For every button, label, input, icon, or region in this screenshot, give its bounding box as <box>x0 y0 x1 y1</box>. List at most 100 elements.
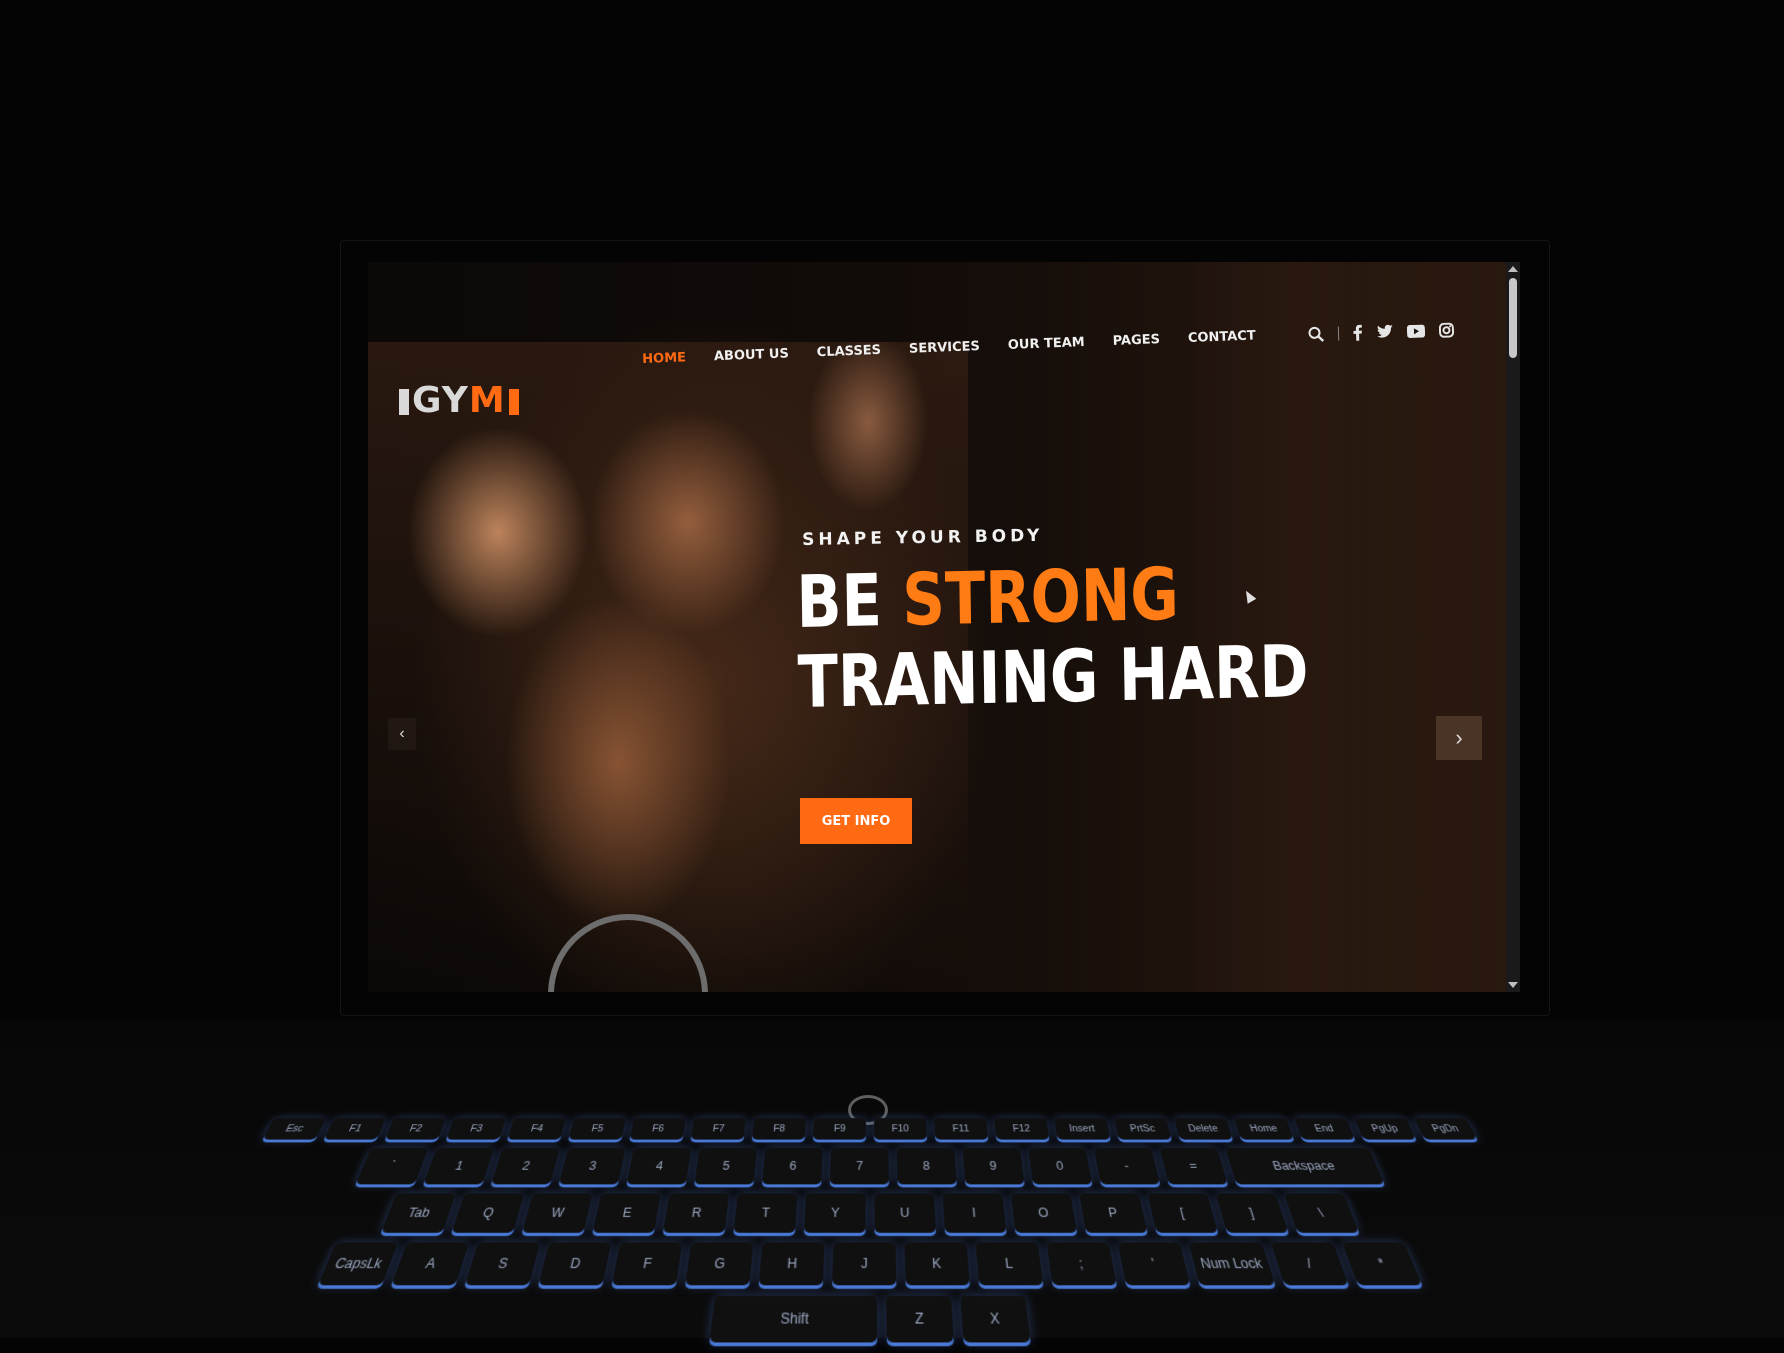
key[interactable]: * <box>1341 1242 1423 1286</box>
key[interactable]: F9 <box>812 1118 866 1140</box>
dumbbell-left-icon <box>399 389 409 415</box>
key[interactable]: F8 <box>751 1118 806 1140</box>
key[interactable]: 1 <box>423 1147 495 1185</box>
key[interactable]: PgUp <box>1354 1118 1417 1140</box>
key[interactable]: F4 <box>507 1118 566 1140</box>
key[interactable]: ; <box>1046 1242 1117 1286</box>
key[interactable]: 6 <box>762 1147 823 1185</box>
browser-viewport: GYM HOME ABOUT US CLASSES SERVICES OUR T… <box>368 262 1520 992</box>
key[interactable]: ] <box>1215 1193 1289 1233</box>
key[interactable]: Tab <box>380 1193 457 1233</box>
nav-item-services[interactable]: SERVICES <box>909 339 980 357</box>
key[interactable]: F6 <box>629 1118 686 1140</box>
instagram-icon[interactable] <box>1438 322 1455 338</box>
keyboard-row-number: ` 1 2 3 4 5 6 7 8 9 0 - = Backspace <box>108 1147 1633 1185</box>
scroll-down-arrow-icon[interactable] <box>1508 982 1518 988</box>
nav-item-pages[interactable]: PAGES <box>1112 332 1160 349</box>
key[interactable]: F12 <box>994 1118 1050 1140</box>
shift-key[interactable]: Shift <box>709 1295 878 1343</box>
key[interactable]: A <box>391 1242 470 1286</box>
key[interactable]: 3 <box>558 1147 626 1185</box>
backspace-key[interactable]: Backspace <box>1225 1147 1385 1185</box>
twitter-icon[interactable] <box>1377 324 1393 340</box>
key[interactable]: Q <box>451 1193 525 1233</box>
scroll-thumb[interactable] <box>1509 278 1517 358</box>
key[interactable]: PrtSc <box>1114 1118 1172 1140</box>
key[interactable]: 4 <box>626 1147 692 1185</box>
key[interactable]: ' <box>1117 1242 1191 1286</box>
key[interactable]: F5 <box>568 1118 626 1140</box>
key[interactable]: \ <box>1283 1193 1360 1233</box>
keyboard-row-function: Esc F1 F2 F3 F4 F5 F6 F7 F8 F9 F10 F11 F… <box>136 1118 1604 1140</box>
logo-text: GY <box>412 380 469 421</box>
key[interactable]: Esc <box>262 1118 326 1140</box>
key[interactable]: F7 <box>690 1118 746 1140</box>
key[interactable]: = <box>1159 1147 1228 1185</box>
key[interactable]: W <box>521 1193 593 1233</box>
headline-accent: STRONG <box>901 551 1180 642</box>
nav-item-contact[interactable]: CONTACT <box>1188 328 1256 346</box>
key[interactable]: Z <box>886 1295 954 1343</box>
key[interactable]: T <box>733 1193 798 1233</box>
key[interactable]: - <box>1093 1147 1161 1185</box>
facebook-icon[interactable] <box>1353 324 1364 341</box>
nav-item-about-us[interactable]: ABOUT US <box>714 346 789 364</box>
key[interactable]: I <box>942 1193 1007 1233</box>
key[interactable]: [ <box>1147 1193 1219 1233</box>
key[interactable]: Home <box>1234 1118 1294 1140</box>
slider-next-button[interactable]: › <box>1436 716 1482 760</box>
key[interactable]: 9 <box>962 1147 1025 1185</box>
key[interactable]: / <box>1270 1242 1349 1286</box>
key[interactable]: G <box>685 1242 754 1286</box>
key[interactable]: Num Lock <box>1188 1242 1276 1286</box>
key[interactable]: J <box>832 1242 897 1286</box>
key[interactable]: F1 <box>323 1118 386 1140</box>
key[interactable]: F2 <box>384 1118 446 1140</box>
nav-item-classes[interactable]: CLASSES <box>817 343 882 360</box>
key[interactable]: H <box>758 1242 825 1286</box>
key[interactable]: R <box>662 1193 730 1233</box>
key[interactable]: F <box>611 1242 683 1286</box>
key[interactable]: 7 <box>829 1147 890 1185</box>
key[interactable]: O <box>1010 1193 1078 1233</box>
hero-headline: BE STRONG TRANING HARD <box>795 551 1310 724</box>
headline-plain: BE <box>795 558 883 644</box>
slider-prev-button[interactable]: ‹ <box>388 718 416 750</box>
key[interactable]: E <box>592 1193 661 1233</box>
key[interactable]: End <box>1294 1118 1356 1140</box>
key[interactable]: PgDn <box>1414 1118 1478 1140</box>
key[interactable]: Y <box>803 1193 866 1233</box>
keyboard-row-a: CapsLk A S D F G H J K L ; ' Num Lock / … <box>43 1242 1696 1286</box>
key[interactable]: F11 <box>934 1118 989 1140</box>
key[interactable]: K <box>904 1242 970 1286</box>
key[interactable]: 0 <box>1028 1147 1093 1185</box>
key[interactable]: U <box>874 1193 937 1233</box>
key[interactable]: D <box>538 1242 612 1286</box>
key[interactable]: F3 <box>446 1118 506 1140</box>
key[interactable]: L <box>975 1242 1044 1286</box>
nav-item-home[interactable]: HOME <box>642 350 686 367</box>
headline-line-1: BE STRONG <box>795 551 1308 644</box>
search-icon[interactable] <box>1308 326 1325 343</box>
key[interactable]: 5 <box>694 1147 758 1185</box>
site-logo[interactable]: GYM <box>396 380 522 421</box>
key[interactable]: 2 <box>490 1147 560 1185</box>
key[interactable]: ` <box>355 1147 429 1185</box>
keyboard: Esc F1 F2 F3 F4 F5 F6 F7 F8 F9 F10 F11 F… <box>0 1118 1739 1353</box>
nav-item-our-team[interactable]: OUR TEAM <box>1008 335 1085 353</box>
headline-line-2: TRANING HARD <box>797 629 1310 724</box>
key[interactable]: F10 <box>874 1118 928 1140</box>
get-info-button[interactable]: GET INFO <box>800 798 912 844</box>
key[interactable]: Insert <box>1054 1118 1111 1140</box>
scroll-up-arrow-icon[interactable] <box>1508 266 1518 272</box>
key[interactable]: 8 <box>896 1147 957 1185</box>
key[interactable]: P <box>1079 1193 1148 1233</box>
page-scrollbar[interactable] <box>1506 262 1520 992</box>
logo-text-accent: M <box>468 380 506 421</box>
key[interactable]: S <box>464 1242 541 1286</box>
youtube-icon[interactable] <box>1406 324 1426 338</box>
key[interactable]: CapsLk <box>317 1242 399 1286</box>
key[interactable]: Delete <box>1174 1118 1233 1140</box>
key[interactable]: X <box>960 1295 1031 1343</box>
keyboard-row-z: Shift Z X <box>7 1295 1733 1343</box>
